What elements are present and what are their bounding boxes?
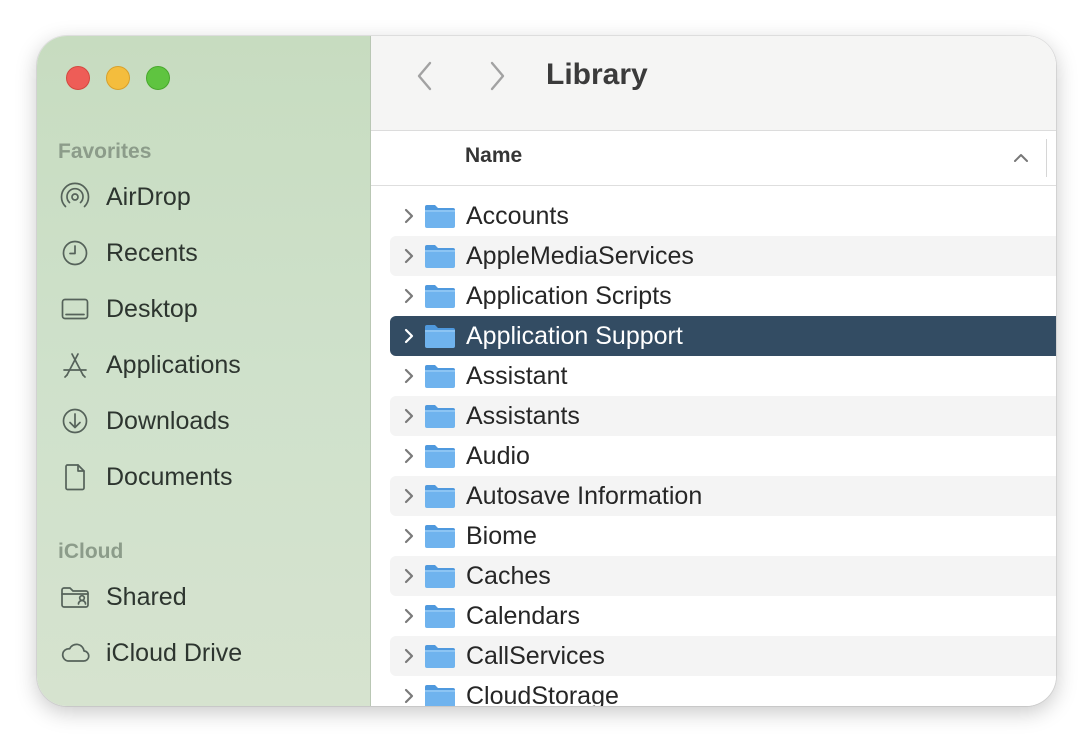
- cloud-icon: [58, 636, 92, 670]
- toolbar: Library: [371, 36, 1056, 131]
- folder-name: Caches: [466, 561, 551, 590]
- list-item[interactable]: Assistant: [390, 356, 1056, 396]
- icloud-heading: iCloud: [58, 540, 124, 563]
- folder-icon: [424, 203, 456, 229]
- folder-name: CloudStorage: [466, 681, 619, 707]
- folder-icon: [424, 563, 456, 589]
- list-item[interactable]: Audio: [390, 436, 1056, 476]
- airdrop-icon: [58, 180, 92, 214]
- disclosure-chevron-icon[interactable]: [399, 206, 419, 226]
- forward-button[interactable]: [479, 60, 515, 96]
- name-column-header[interactable]: Name: [465, 144, 522, 168]
- back-button[interactable]: [407, 60, 443, 96]
- disclosure-chevron-icon[interactable]: [399, 606, 419, 626]
- disclosure-chevron-icon[interactable]: [399, 326, 419, 346]
- folder-name: Application Scripts: [466, 281, 672, 310]
- sidebar-item-label: iCloud Drive: [106, 638, 243, 667]
- folder-name: Autosave Information: [466, 481, 703, 510]
- folder-name: Accounts: [466, 201, 569, 230]
- list-item[interactable]: Caches: [390, 556, 1056, 596]
- folder-icon: [424, 443, 456, 469]
- sidebar-item-applications[interactable]: Applications: [58, 345, 241, 385]
- list-item[interactable]: Calendars: [390, 596, 1056, 636]
- list-item[interactable]: Application Scripts: [390, 276, 1056, 316]
- list-item[interactable]: Autosave Information: [390, 476, 1056, 516]
- disclosure-chevron-icon[interactable]: [399, 446, 419, 466]
- column-divider[interactable]: [1046, 139, 1047, 177]
- disclosure-chevron-icon[interactable]: [399, 686, 419, 706]
- list-item[interactable]: CloudStorage: [390, 676, 1056, 706]
- favorites-heading: Favorites: [58, 140, 152, 163]
- folder-icon: [424, 683, 456, 706]
- sidebar-item-label: Documents: [106, 462, 233, 491]
- minimize-window-button[interactable]: [106, 66, 130, 90]
- folder-icon: [424, 643, 456, 669]
- sidebar-item-label: Shared: [106, 582, 187, 611]
- list-item[interactable]: CallServices: [390, 636, 1056, 676]
- sidebar-item-desktop[interactable]: Desktop: [58, 289, 198, 329]
- sidebar-item-airdrop[interactable]: AirDrop: [58, 177, 191, 217]
- sidebar-item-label: Applications: [106, 350, 241, 379]
- folder-name: CallServices: [466, 641, 605, 670]
- clock-icon: [58, 236, 92, 270]
- applications-icon: [58, 348, 92, 382]
- main-content: Library Name Accounts AppleMediaServices A…: [371, 36, 1056, 706]
- list-item[interactable]: AppleMediaServices: [390, 236, 1056, 276]
- sidebar-item-shared[interactable]: Shared: [58, 577, 187, 617]
- shared-folder-icon: [58, 580, 92, 614]
- window-title: Library: [546, 58, 648, 91]
- folder-icon: [424, 243, 456, 269]
- folder-icon: [424, 403, 456, 429]
- folder-name: Biome: [466, 521, 537, 550]
- sidebar-item-label: Desktop: [106, 294, 198, 323]
- disclosure-chevron-icon[interactable]: [399, 646, 419, 666]
- chevron-up-icon[interactable]: [1010, 147, 1032, 169]
- folder-name: Assistants: [466, 401, 580, 430]
- list-item[interactable]: Accounts: [390, 196, 1056, 236]
- download-icon: [58, 404, 92, 438]
- list-item[interactable]: Assistants: [390, 396, 1056, 436]
- disclosure-chevron-icon[interactable]: [399, 406, 419, 426]
- folder-name: Audio: [466, 441, 530, 470]
- chevron-left-icon: [414, 60, 436, 97]
- folder-icon: [424, 363, 456, 389]
- disclosure-chevron-icon[interactable]: [399, 286, 419, 306]
- folder-name: AppleMediaServices: [466, 241, 694, 270]
- zoom-window-button[interactable]: [146, 66, 170, 90]
- disclosure-chevron-icon[interactable]: [399, 526, 419, 546]
- folder-icon: [424, 603, 456, 629]
- document-icon: [58, 460, 92, 494]
- sidebar-item-downloads[interactable]: Downloads: [58, 401, 230, 441]
- sidebar-item-label: Recents: [106, 238, 198, 267]
- sidebar-item-documents[interactable]: Documents: [58, 457, 232, 497]
- disclosure-chevron-icon[interactable]: [399, 246, 419, 266]
- list-item[interactable]: Application Support: [390, 316, 1056, 356]
- folder-icon: [424, 523, 456, 549]
- sidebar-item-label: Downloads: [106, 406, 230, 435]
- disclosure-chevron-icon[interactable]: [399, 566, 419, 586]
- sidebar-item-label: AirDrop: [106, 182, 191, 211]
- chevron-right-icon: [486, 60, 508, 97]
- folder-name: Application Support: [466, 321, 683, 350]
- file-list: Accounts AppleMediaServices Application Sc…: [371, 196, 1056, 706]
- sidebar-item-recents[interactable]: Recents: [58, 233, 198, 273]
- disclosure-chevron-icon[interactable]: [399, 366, 419, 386]
- sidebar: Favorites AirDrop Recents Desktop Applic…: [37, 36, 371, 706]
- folder-icon: [424, 483, 456, 509]
- folder-icon: [424, 323, 456, 349]
- sidebar-item-icloud-drive[interactable]: iCloud Drive: [58, 633, 242, 673]
- disclosure-chevron-icon[interactable]: [399, 486, 419, 506]
- column-header: Name: [371, 131, 1056, 186]
- list-item[interactable]: Biome: [390, 516, 1056, 556]
- desktop-icon: [58, 292, 92, 326]
- folder-name: Calendars: [466, 601, 580, 630]
- close-window-button[interactable]: [66, 66, 90, 90]
- folder-name: Assistant: [466, 361, 568, 390]
- folder-icon: [424, 283, 456, 309]
- finder-window: Favorites AirDrop Recents Desktop Applic…: [37, 36, 1056, 706]
